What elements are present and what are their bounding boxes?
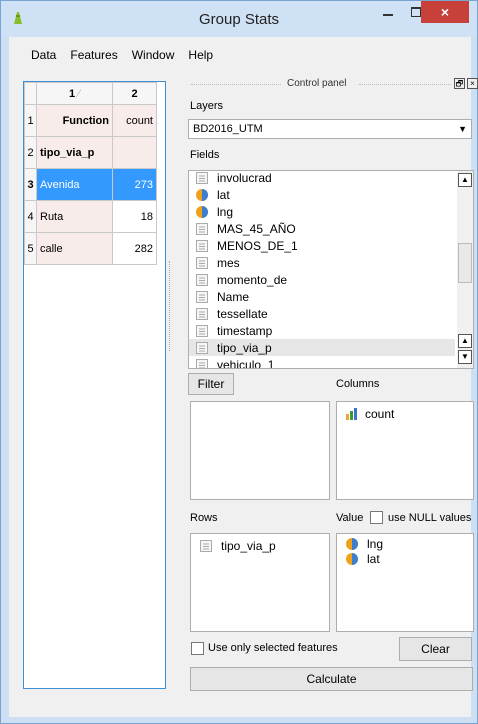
menu-help[interactable]: Help <box>181 45 220 65</box>
list-item[interactable]: lng <box>345 537 383 551</box>
menu-features[interactable]: Features <box>63 45 124 65</box>
list-item[interactable]: Name <box>195 288 249 305</box>
text-field-icon <box>195 324 209 338</box>
numeric-field-icon <box>195 188 209 202</box>
fields-label: Fields <box>190 149 220 161</box>
fields-list[interactable]: involucrad lat lng MAS_45_AÑO MENOS_DE_1… <box>188 170 474 369</box>
panel-grip <box>191 84 281 85</box>
table-cell[interactable]: tipo_via_p <box>36 136 113 169</box>
minimize-icon <box>383 14 393 16</box>
columns-box[interactable]: count <box>336 401 474 500</box>
text-field-icon <box>195 358 209 368</box>
list-item[interactable]: MAS_45_AÑO <box>195 220 296 237</box>
value-label: Value <box>336 512 364 524</box>
float-panel-button[interactable]: 🗗 <box>454 78 465 89</box>
splitter-handle[interactable] <box>169 261 177 351</box>
col-header-2[interactable]: 2 <box>112 82 157 105</box>
scroll-down-button[interactable]: ▼ <box>458 350 472 364</box>
row-header[interactable]: 2 <box>24 136 37 169</box>
scroll-thumb[interactable] <box>458 243 472 283</box>
clear-button[interactable]: Clear <box>399 637 472 661</box>
list-item[interactable]: vehiculo_1 <box>195 356 274 368</box>
text-field-icon <box>195 290 209 304</box>
results-table[interactable]: 1 ⁄ 2 1 Function count 2 tipo_via_p 3 Av… <box>23 81 166 689</box>
use-selected-label: Use only selected features <box>208 642 338 654</box>
columns-label: Columns <box>336 378 380 390</box>
table-cell[interactable]: Ruta <box>36 200 113 233</box>
list-item[interactable]: lng <box>195 203 233 220</box>
list-item[interactable]: tipo_via_p <box>199 539 276 553</box>
table-cell[interactable]: count <box>112 104 157 137</box>
close-button[interactable]: × <box>421 1 469 23</box>
table-cell[interactable]: 273 <box>112 168 157 201</box>
close-icon: × <box>440 4 450 20</box>
numeric-field-icon <box>195 205 209 219</box>
menu-window[interactable]: Window <box>125 45 182 65</box>
list-item[interactable]: lat <box>345 552 380 566</box>
text-field-icon <box>195 273 209 287</box>
table-cell[interactable]: 18 <box>112 200 157 233</box>
use-null-values-label: use NULL values <box>388 512 472 524</box>
layers-combo[interactable]: BD2016_UTM ▼ <box>188 119 472 139</box>
list-item[interactable]: momento_de <box>195 271 287 288</box>
list-item[interactable]: tipo_via_p <box>189 339 455 356</box>
use-selected-checkbox[interactable] <box>191 642 204 655</box>
numeric-field-icon <box>345 552 359 566</box>
table-cell[interactable]: Avenida <box>36 168 113 201</box>
close-icon: × <box>470 79 475 88</box>
rows-box[interactable]: tipo_via_p <box>190 533 330 632</box>
text-field-icon <box>195 256 209 270</box>
row-header[interactable]: 5 <box>24 232 37 265</box>
list-item[interactable]: MENOS_DE_1 <box>195 237 298 254</box>
table-cell[interactable]: calle <box>36 232 113 265</box>
use-null-values-checkbox[interactable] <box>370 511 383 524</box>
list-item[interactable]: tessellate <box>195 305 268 322</box>
calculate-button[interactable]: Calculate <box>190 667 473 691</box>
row-header[interactable]: 3 <box>24 168 37 201</box>
sort-indicator-icon: ⁄ <box>78 87 81 100</box>
numeric-field-icon <box>345 537 359 551</box>
list-item[interactable]: count <box>345 407 394 421</box>
layers-label: Layers <box>190 100 224 112</box>
minimize-button[interactable] <box>374 1 402 23</box>
maximize-icon <box>411 7 421 17</box>
panel-grip <box>359 84 451 85</box>
layers-combo-value: BD2016_UTM <box>193 123 263 135</box>
scroll-up-button[interactable]: ▲ <box>458 173 472 187</box>
list-item[interactable]: timestamp <box>195 322 272 339</box>
row-header[interactable]: 1 <box>24 104 37 137</box>
list-item[interactable]: mes <box>195 254 240 271</box>
unused-fields-box[interactable] <box>190 401 330 500</box>
control-panel-title: Control panel <box>287 78 347 89</box>
col-header-1[interactable]: 1 ⁄ <box>36 82 113 105</box>
count-icon <box>346 408 357 420</box>
scroll-up-button[interactable]: ▲ <box>458 334 472 348</box>
list-item[interactable]: involucrad <box>195 171 272 186</box>
chevron-down-icon: ▼ <box>458 124 467 134</box>
table-corner[interactable] <box>24 82 37 105</box>
table-cell[interactable] <box>112 136 157 169</box>
text-field-icon <box>195 222 209 236</box>
text-field-icon <box>195 171 209 185</box>
table-cell[interactable]: Function <box>36 104 113 137</box>
menu-data[interactable]: Data <box>9 45 63 65</box>
text-field-icon <box>195 239 209 253</box>
text-field-icon <box>195 307 209 321</box>
row-header[interactable]: 4 <box>24 200 37 233</box>
rows-label: Rows <box>190 512 218 524</box>
filter-button[interactable]: Filter <box>188 373 234 395</box>
group-stats-window: Group Stats × Data Features Window Help … <box>0 0 478 724</box>
fields-scrollbar[interactable]: ▲ ▲ ▼ <box>457 171 473 368</box>
control-panel-header: Control panel 🗗 × <box>181 78 478 92</box>
table-cell[interactable]: 282 <box>112 232 157 265</box>
text-field-icon <box>199 539 213 553</box>
menu-bar: Data Features Window Help <box>9 45 220 65</box>
value-box[interactable]: lng lat <box>336 533 474 632</box>
title-bar: Group Stats × <box>1 1 477 37</box>
float-icon: 🗗 <box>455 79 464 88</box>
text-field-icon <box>195 341 209 355</box>
close-panel-button[interactable]: × <box>467 78 478 89</box>
list-item[interactable]: lat <box>195 186 230 203</box>
